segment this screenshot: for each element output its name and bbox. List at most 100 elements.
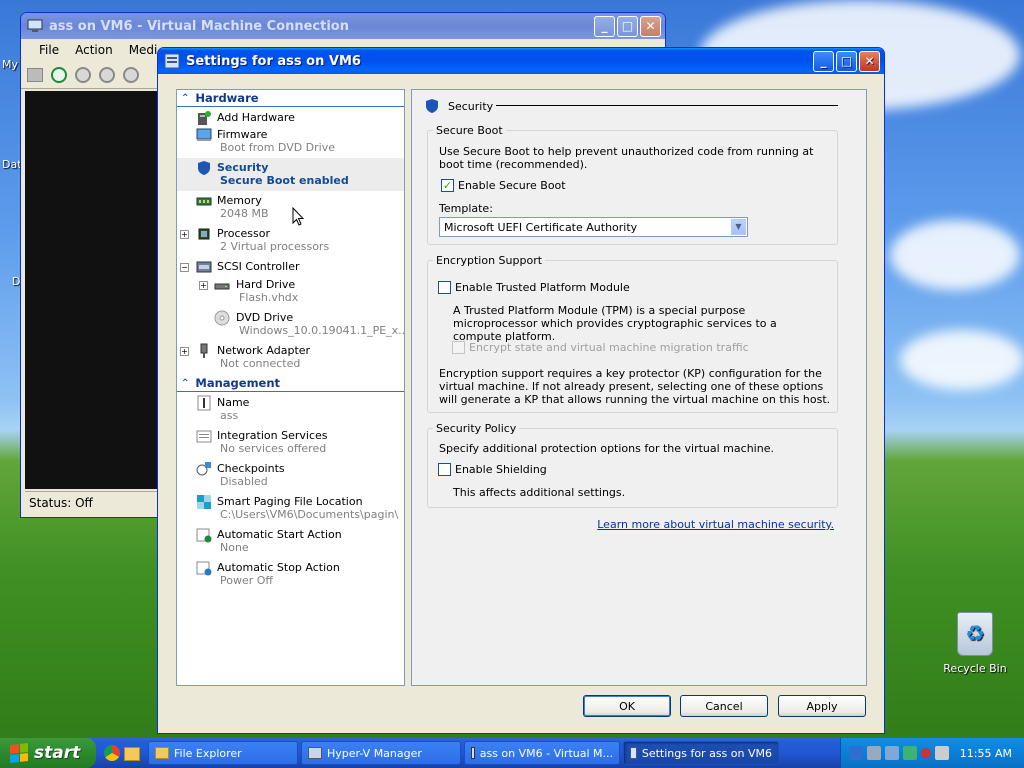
- tree-item-label: DVD Drive: [236, 311, 294, 324]
- tree-item-label: Security: [217, 161, 269, 174]
- maximize-button[interactable]: □: [617, 15, 638, 37]
- security-panel: Security Secure Boot Use Secure Boot to …: [411, 89, 867, 686]
- security-policy-legend: Security Policy: [436, 422, 517, 435]
- vm-status: Status: Off: [25, 491, 163, 513]
- name-icon: [197, 395, 211, 411]
- safely-remove-icon[interactable]: [903, 746, 917, 760]
- shield-icon: [198, 161, 210, 175]
- chrome-icon[interactable]: [104, 745, 120, 761]
- menu-file[interactable]: File: [39, 43, 59, 57]
- close-button[interactable]: ✕: [640, 15, 661, 37]
- tree-item-processor[interactable]: + Processor 2 Virtual processors: [177, 224, 404, 257]
- memory-icon: [196, 197, 212, 206]
- network-disconnected-icon[interactable]: [885, 746, 899, 760]
- apply-button[interactable]: Apply: [778, 695, 866, 717]
- system-tray: 11:55 AM: [840, 738, 1024, 768]
- save-icon[interactable]: [123, 66, 139, 83]
- tree-item-checkpoints[interactable]: Checkpoints Disabled: [177, 459, 404, 492]
- expand-icon[interactable]: +: [199, 281, 208, 290]
- tree-item-integration-services[interactable]: Integration Services No services offered: [177, 426, 404, 459]
- ok-button[interactable]: OK: [583, 695, 671, 717]
- settings-dialog[interactable]: Settings for ass on VM6 _ □ ✕ ⌃ Hardware …: [157, 47, 885, 734]
- folder-icon: [155, 747, 169, 759]
- tree-item-hard-drive[interactable]: + Hard Drive Flash.vhdx: [177, 275, 404, 308]
- recycle-bin-icon: ♻: [957, 612, 993, 656]
- tree-item-firmware[interactable]: Firmware Boot from DVD Drive: [177, 125, 404, 158]
- expand-icon[interactable]: +: [180, 230, 189, 239]
- tree-item-name[interactable]: Name ass: [177, 393, 404, 426]
- chevron-down-icon[interactable]: ▼: [731, 219, 746, 235]
- folder-icon[interactable]: [124, 747, 140, 761]
- hardware-section-header[interactable]: ⌃ Hardware: [177, 90, 404, 107]
- start-icon[interactable]: [51, 66, 67, 83]
- security-shield-icon[interactable]: [849, 746, 863, 760]
- minimize-button[interactable]: _: [813, 50, 834, 72]
- vm-screen[interactable]: [25, 91, 163, 489]
- minimize-button[interactable]: _: [594, 15, 615, 37]
- enable-shielding-label[interactable]: Enable Shielding: [455, 463, 547, 476]
- close-button[interactable]: ✕: [859, 50, 880, 72]
- tree-item-label: Firmware: [217, 128, 268, 141]
- expand-icon[interactable]: +: [180, 347, 189, 356]
- template-label: Template:: [439, 202, 493, 215]
- shutdown-icon[interactable]: [99, 66, 115, 83]
- tree-item-dvd-drive[interactable]: DVD Drive Windows_10.0.19041.1_PE_x...: [177, 308, 404, 341]
- tree-item-detail: Flash.vhdx: [239, 291, 299, 304]
- tree-item-label: Integration Services: [217, 429, 328, 442]
- menu-action[interactable]: Action: [75, 43, 113, 57]
- mouse-cursor: [292, 207, 304, 226]
- template-select[interactable]: Microsoft UEFI Certificate Authority ▼: [439, 217, 748, 237]
- tree-item-scsi-controller[interactable]: − SCSI Controller: [177, 257, 404, 275]
- dvd-icon: [214, 310, 230, 326]
- desktop-icon-dat[interactable]: Dat: [2, 158, 22, 171]
- management-section-header[interactable]: ⌃ Management: [177, 375, 404, 392]
- recycle-bin[interactable]: ♻ Recycle Bin: [940, 612, 1010, 675]
- ok-label: OK: [619, 699, 635, 713]
- enable-secure-boot-checkbox[interactable]: ✓: [441, 179, 454, 192]
- enable-shielding-checkbox[interactable]: [438, 463, 451, 476]
- task-label: Settings for ass on VM6: [641, 746, 772, 760]
- encryption-support-legend: Encryption Support: [436, 254, 543, 267]
- task-hyper-v-manager[interactable]: Hyper-V Manager: [301, 741, 461, 765]
- vm-window-titlebar[interactable]: ass on VM6 - Virtual Machine Connection …: [21, 13, 665, 39]
- tree-item-label: SCSI Controller: [217, 260, 300, 273]
- task-file-explorer[interactable]: File Explorer: [148, 741, 298, 765]
- enable-tpm-label[interactable]: Enable Trusted Platform Module: [455, 281, 630, 294]
- turn-off-icon[interactable]: [75, 66, 91, 83]
- scsi-controller-icon: [196, 261, 212, 273]
- firmware-icon: [196, 128, 212, 141]
- task-label: Hyper-V Manager: [327, 746, 422, 760]
- clock[interactable]: 11:55 AM: [960, 747, 1024, 760]
- start-button[interactable]: start: [0, 738, 96, 768]
- menu-media[interactable]: Medi: [129, 43, 158, 57]
- maximize-button[interactable]: □: [836, 50, 857, 72]
- tree-item-memory[interactable]: Memory 2048 MB: [177, 191, 404, 224]
- security-policy-description: Specify additional protection options fo…: [439, 442, 774, 455]
- network-adapter-icon: [200, 343, 208, 358]
- record-icon[interactable]: [921, 748, 931, 758]
- tree-item-network-adapter[interactable]: + Network Adapter Not connected: [177, 341, 404, 374]
- smart-paging-icon: [197, 495, 211, 509]
- tree-item-automatic-stop-action[interactable]: Automatic Stop Action Power Off: [177, 558, 404, 591]
- tree-item-detail: Power Off: [220, 574, 273, 587]
- ctrl-alt-del-icon[interactable]: [27, 67, 43, 82]
- task-vm-connection[interactable]: ass on VM6 - Virtual M...: [464, 741, 620, 765]
- collapse-icon[interactable]: −: [180, 263, 189, 272]
- desktop-icon-my[interactable]: My: [2, 58, 18, 71]
- tree-item-security[interactable]: Security Secure Boot enabled: [177, 158, 404, 191]
- enable-tpm-checkbox[interactable]: [438, 281, 451, 294]
- tree-item-detail: Secure Boot enabled: [220, 174, 349, 187]
- network-icon[interactable]: [867, 746, 881, 760]
- enable-secure-boot-label[interactable]: Enable Secure Boot: [458, 179, 566, 192]
- task-settings[interactable]: Settings for ass on VM6: [623, 741, 779, 765]
- tree-item-detail: ass: [220, 409, 239, 422]
- cancel-button[interactable]: Cancel: [680, 695, 768, 717]
- tree-item-smart-paging[interactable]: Smart Paging File Location C:\Users\VM6\…: [177, 492, 404, 525]
- dialog-titlebar[interactable]: Settings for ass on VM6 _ □ ✕: [158, 48, 884, 74]
- volume-icon[interactable]: [935, 746, 949, 760]
- encrypt-traffic-checkbox[interactable]: [452, 341, 465, 354]
- tree-item-label: Automatic Start Action: [217, 528, 342, 541]
- learn-more-link[interactable]: Learn more about virtual machine securit…: [597, 518, 834, 531]
- tree-item-add-hardware[interactable]: Add Hardware: [177, 108, 404, 125]
- tree-item-automatic-start-action[interactable]: Automatic Start Action None: [177, 525, 404, 558]
